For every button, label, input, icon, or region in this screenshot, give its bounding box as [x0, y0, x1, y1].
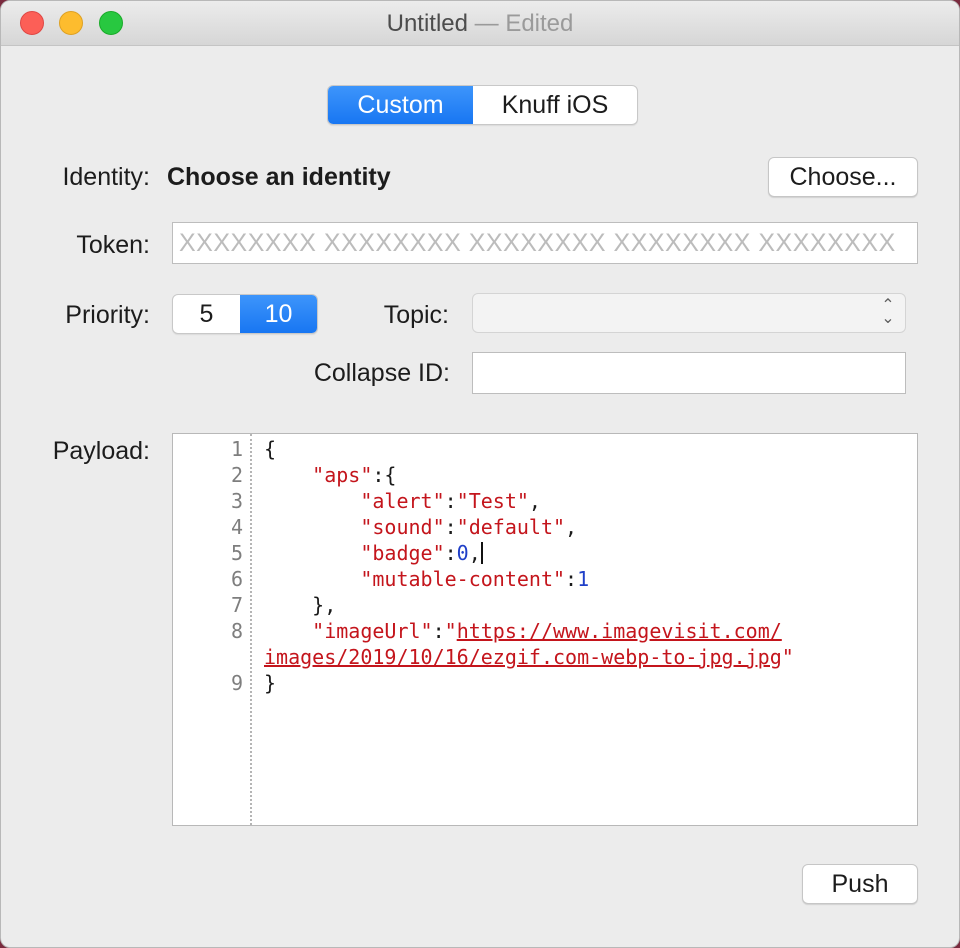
code-text: {	[264, 436, 276, 462]
line-number: 1	[230, 437, 243, 461]
token-input[interactable]	[172, 222, 918, 264]
title-bar[interactable]: Untitled — Edited	[1, 1, 959, 46]
code-text: "mutable-content":1	[264, 566, 589, 592]
code-token: },	[264, 593, 337, 617]
code-token: "aps"	[312, 463, 373, 487]
code-text: "imageUrl":"https://www.imagevisit.com/	[264, 618, 782, 644]
tab-custom[interactable]: Custom	[328, 86, 473, 124]
chevron-up-down-icon: ⌃ ⌄	[881, 297, 895, 327]
line-number: 3	[230, 489, 243, 513]
payload-code-lines: 1{2 "aps":{3 "alert":"Test", 4 "sound":"d…	[173, 436, 917, 696]
payload-editor[interactable]: 1{2 "aps":{3 "alert":"Test", 4 "sound":"d…	[172, 433, 918, 826]
priority-option-10[interactable]: 10	[240, 295, 317, 333]
line-number: 2	[230, 463, 243, 487]
code-line: images/2019/10/16/ezgif.com-webp-to-jpg.…	[173, 644, 917, 670]
mode-segmented-control: Custom Knuff iOS	[327, 85, 638, 125]
line-number: 6	[230, 567, 243, 591]
window-edited-status: — Edited	[467, 10, 574, 37]
code-token: ,	[565, 515, 578, 539]
token-label: Token:	[76, 231, 150, 259]
payload-label: Payload:	[52, 437, 150, 465]
code-token: "badge"	[360, 541, 445, 565]
code-text: "badge":0,	[264, 540, 483, 566]
line-number: 5	[230, 541, 243, 565]
code-text: "sound":"default",	[264, 514, 577, 540]
code-token: :{	[372, 463, 397, 487]
line-number: 4	[230, 515, 243, 539]
code-token: "imageUrl"	[312, 619, 433, 643]
code-line: 4 "sound":"default",	[173, 514, 917, 540]
code-text: }	[264, 670, 276, 696]
code-token: "sound"	[360, 515, 445, 539]
code-line: 2 "aps":{	[173, 462, 917, 488]
code-token: :	[444, 515, 457, 539]
code-token: "default"	[456, 515, 566, 539]
code-token: "mutable-content"	[360, 567, 566, 591]
collapse-id-label: Collapse ID:	[313, 359, 450, 387]
code-token: :	[432, 619, 445, 643]
code-line: 9}	[173, 670, 917, 696]
identity-label: Identity:	[62, 163, 150, 191]
code-line: 3 "alert":"Test",	[173, 488, 917, 514]
code-token: :	[444, 489, 457, 513]
line-number: 8	[230, 619, 243, 643]
topic-popup[interactable]: ⌃ ⌄	[472, 293, 906, 333]
line-number: 7	[230, 593, 243, 617]
priority-option-5[interactable]: 5	[173, 295, 240, 333]
code-text: "aps":{	[264, 462, 396, 488]
code-text: images/2019/10/16/ezgif.com-webp-to-jpg.…	[264, 644, 794, 670]
identity-value: Choose an identity	[167, 163, 391, 191]
priority-segmented-control: 5 10	[172, 294, 318, 334]
code-token: 0	[456, 541, 469, 565]
code-token: {	[264, 437, 277, 461]
code-token: "	[781, 645, 794, 669]
code-token: }	[264, 671, 277, 695]
code-token: ,	[468, 541, 481, 565]
code-line: 7 },	[173, 592, 917, 618]
line-number: 9	[230, 671, 243, 695]
choose-identity-button[interactable]: Choose...	[768, 157, 918, 197]
push-button[interactable]: Push	[802, 864, 918, 904]
code-token: https://www.imagevisit.com/	[456, 619, 782, 643]
code-token: "Test"	[456, 489, 529, 513]
code-line: 5 "badge":0,	[173, 540, 917, 566]
code-token: images/2019/10/16/ezgif.com-webp-to-jpg.…	[264, 645, 782, 669]
window-title: Untitled — Edited	[1, 10, 959, 38]
code-token: "alert"	[360, 489, 445, 513]
code-line: 1{	[173, 436, 917, 462]
code-line: 8 "imageUrl":"https://www.imagevisit.com…	[173, 618, 917, 644]
app-window: Untitled — Edited Custom Knuff iOS Ident…	[0, 0, 960, 948]
code-token: "	[444, 619, 457, 643]
code-token: ,	[528, 489, 541, 513]
code-text: },	[264, 592, 336, 618]
priority-label: Priority:	[65, 301, 150, 329]
code-token: :	[444, 541, 457, 565]
tab-knuff-ios[interactable]: Knuff iOS	[473, 86, 637, 124]
code-token: :	[565, 567, 578, 591]
collapse-id-input[interactable]	[472, 352, 906, 394]
topic-label: Topic:	[383, 301, 449, 329]
code-text: "alert":"Test",	[264, 488, 541, 514]
code-line: 6 "mutable-content":1	[173, 566, 917, 592]
window-title-name: Untitled	[386, 10, 468, 37]
code-token: 1	[577, 567, 590, 591]
text-cursor	[480, 542, 483, 564]
